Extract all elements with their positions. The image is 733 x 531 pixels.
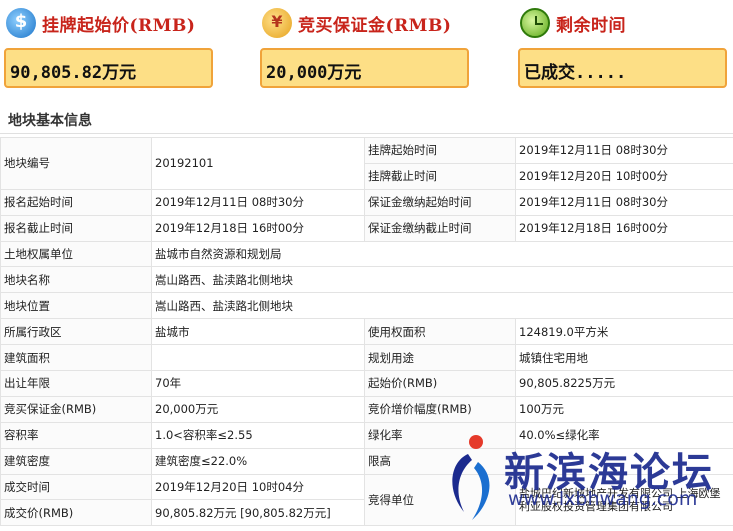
increment-label: 竞价增价幅度(RMB) [364,395,516,423]
winner-value: 盐城巴纪新城地产开发有限公司 上海欧堡利亚股权投资管理集团有限公司 [515,473,733,527]
signup-start-label: 报名起始时间 [0,188,152,216]
far-value: 1.0<容积率≤2.55 [151,421,365,449]
increment-value: 100万元 [515,395,733,423]
far-label: 容积率 [0,421,152,449]
section-title: 地块基本信息 [8,113,92,129]
start-price-label: 挂牌起始价(RMB) [42,15,196,36]
table-row: 成交时间 2019年12月20日 10时04分 竞得单位 盐城巴纪新城地产开发有… [0,473,733,527]
signup-start-value: 2019年12月11日 08时30分 [151,188,365,216]
winner-label: 竞得单位 [364,473,516,527]
use-label: 规划用途 [364,344,516,372]
deposit-header: 竞买保证金(RMB) [262,6,451,40]
deal-price-value: 90,805.82万元 [90,805.82万元] [151,499,365,527]
table-row: 所属行政区 盐城市 使用权面积 124819.0平方米 [0,318,733,346]
start-price-value: 90,805.82万元 [10,63,137,83]
building-area-label: 建筑面积 [0,344,152,372]
deposit-row-value: 20,000万元 [151,395,365,423]
listing-start-label: 挂牌起始时间 [364,137,516,164]
plot-location-label: 地块位置 [0,292,152,320]
table-row: 地块位置 嵩山路西、盐渎路北侧地块 [0,292,733,320]
start-price-panel: 挂牌起始价(RMB) 90,805.82万元 [0,0,215,100]
coins-icon [262,8,292,38]
deposit-start-label: 保证金缴纳起始时间 [364,188,516,216]
building-area-value [151,344,365,372]
deposit-end-value: 2019年12月18日 16时00分 [515,214,733,242]
deal-price-label: 成交价(RMB) [0,499,152,527]
table-row: 土地权属单位 盐城市自然资源和规划局 [0,240,733,268]
plot-name-label: 地块名称 [0,266,152,294]
signup-end-label: 报名截止时间 [0,214,152,242]
plot-info-table: 地块编号 20192101 挂牌起始时间 2019年12月11日 08时30分 … [0,137,733,527]
signup-end-value: 2019年12月18日 16时00分 [151,214,365,242]
plot-no-label: 地块编号 [0,137,152,190]
area-label: 使用权面积 [364,318,516,346]
table-row: 地块编号 20192101 挂牌起始时间 2019年12月11日 08时30分 [0,137,733,190]
table-row: 报名截止时间 2019年12月18日 16时00分 保证金缴纳截止时间 2019… [0,214,733,242]
deposit-value: 20,000万元 [266,63,362,83]
use-value: 城镇住宅用地 [515,344,733,372]
deal-time-value: 2019年12月20日 10时04分 [151,473,365,501]
listing-end-label: 挂牌截止时间 [364,162,516,190]
remaining-time-panel: 剩余时间 已成交..... [514,0,729,100]
table-row: 地块名称 嵩山路西、盐渎路北侧地块 [0,266,733,294]
table-row: 建筑面积 规划用途 城镇住宅用地 [0,344,733,372]
remaining-time-value: 已成交..... [524,63,627,83]
table-row: 竞买保证金(RMB) 20,000万元 竞价增价幅度(RMB) 100万元 [0,395,733,423]
district-label: 所属行政区 [0,318,152,346]
table-row: 容积率 1.0<容积率≤2.55 绿化率 40.0%≤绿化率 [0,421,733,449]
deposit-panel: 竞买保证金(RMB) 20,000万元 [256,0,471,100]
term-value: 70年 [151,370,365,397]
area-value: 124819.0平方米 [515,318,733,346]
deposit-box: 20,000万元 [260,48,469,88]
listing-start-value: 2019年12月11日 08时30分 [515,137,733,164]
plot-name-value: 嵩山路西、盐渎路北侧地块 [151,266,733,294]
density-label: 建筑密度 [0,447,152,475]
density-value: 建筑密度≤22.0% [151,447,365,475]
remaining-time-label: 剩余时间 [556,15,626,36]
plot-no-value: 20192101 [151,137,365,190]
summary-bar: 挂牌起始价(RMB) 90,805.82万元 竞买保证金(RMB) 20,000… [0,0,733,100]
clock-icon [520,8,550,38]
remaining-time-header: 剩余时间 [520,6,626,40]
table-row: 出让年限 70年 起始价(RMB) 90,805.8225万元 [0,370,733,397]
owner-label: 土地权属单位 [0,240,152,268]
start-price-row-value: 90,805.8225万元 [515,370,733,397]
remaining-time-box: 已成交..... [518,48,727,88]
dollar-coin-icon [6,8,36,38]
deposit-end-label: 保证金缴纳截止时间 [364,214,516,242]
plot-location-value: 嵩山路西、盐渎路北侧地块 [151,292,733,320]
owner-value: 盐城市自然资源和规划局 [151,240,733,268]
height-value [515,447,733,475]
green-label: 绿化率 [364,421,516,449]
deal-time-label: 成交时间 [0,473,152,501]
start-price-row-label: 起始价(RMB) [364,370,516,397]
deposit-label: 竞买保证金(RMB) [298,15,452,36]
start-price-box: 90,805.82万元 [4,48,213,88]
district-value: 盐城市 [151,318,365,346]
deposit-start-value: 2019年12月11日 08时30分 [515,188,733,216]
section-header: 地块基本信息 [0,104,733,134]
height-label: 限高 [364,447,516,475]
table-row: 建筑密度 建筑密度≤22.0% 限高 [0,447,733,475]
listing-end-value: 2019年12月20日 10时00分 [515,162,733,190]
term-label: 出让年限 [0,370,152,397]
table-row: 报名起始时间 2019年12月11日 08时30分 保证金缴纳起始时间 2019… [0,188,733,216]
deposit-row-label: 竞买保证金(RMB) [0,395,152,423]
green-value: 40.0%≤绿化率 [515,421,733,449]
start-price-header: 挂牌起始价(RMB) [6,6,195,40]
